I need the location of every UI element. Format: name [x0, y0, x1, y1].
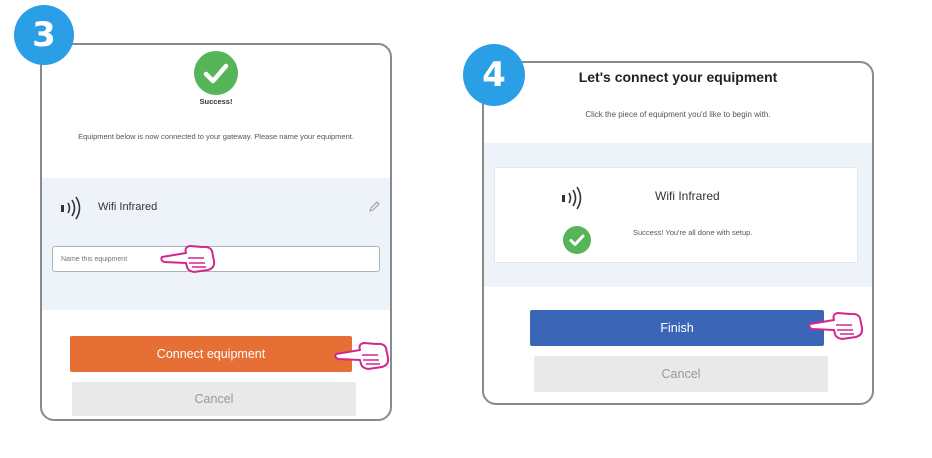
success-check-icon [194, 51, 238, 95]
wifi-infrared-icon [561, 186, 583, 210]
equipment-name: Wifi Infrared [98, 201, 158, 213]
equipment-card[interactable]: Wifi Infrared Success! You're all done w… [494, 167, 858, 263]
page-title: Let's connect your equipment [578, 69, 778, 85]
connection-message: Equipment below is now connected to your… [78, 132, 354, 141]
equipment-section: Wifi Infrared Success! You're all done w… [484, 143, 872, 287]
pointing-hand-icon [808, 312, 864, 340]
success-title: Success! [199, 97, 233, 106]
step-4-panel: Let's connect your equipment Click the p… [482, 61, 874, 405]
pointing-hand-icon [160, 245, 216, 273]
cancel-button[interactable]: Cancel [72, 382, 356, 416]
connect-equipment-button[interactable]: Connect equipment [70, 336, 352, 372]
edit-icon[interactable] [368, 200, 380, 212]
pointing-hand-icon [334, 342, 390, 370]
step-3-badge: 3 [14, 5, 74, 65]
step-4-badge: 4 [463, 44, 525, 106]
cancel-button[interactable]: Cancel [534, 356, 828, 392]
page-subtitle: Click the piece of equipment you'd like … [585, 110, 771, 119]
equipment-name: Wifi Infrared [655, 189, 720, 203]
setup-status: Success! You're all done with setup. [633, 228, 753, 237]
finish-button[interactable]: Finish [530, 310, 824, 346]
wifi-infrared-icon [60, 196, 82, 220]
success-check-icon [563, 226, 591, 254]
